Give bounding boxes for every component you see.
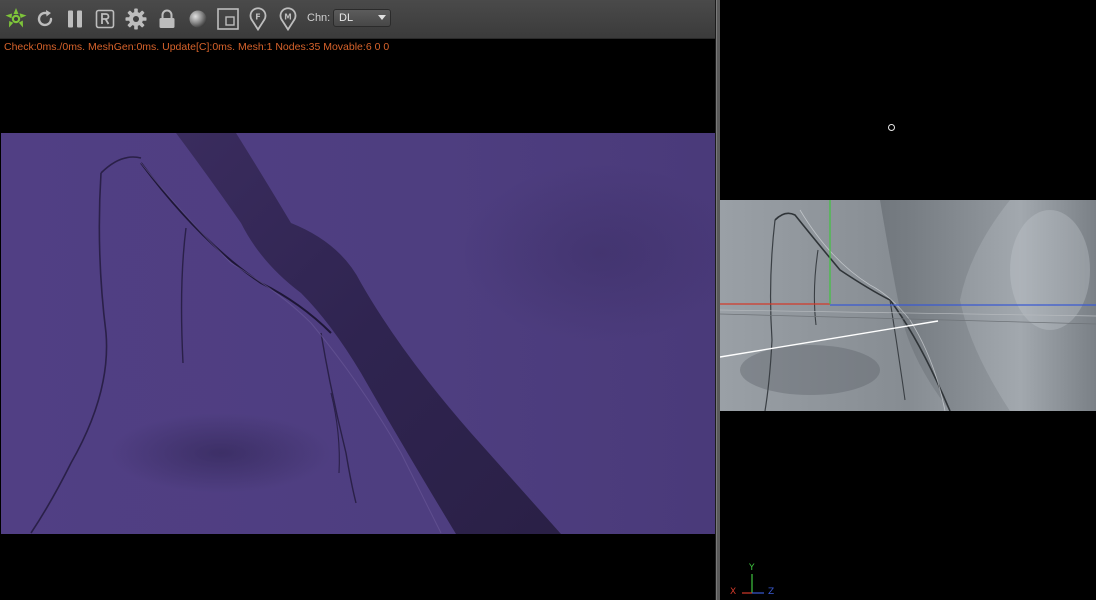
sphere-icon [189,10,207,28]
render-statistics-text: Check:0ms./0ms. MeshGen:0ms. Update[C]:0… [4,41,390,53]
octane-logo-icon [5,8,27,28]
axis-z-label: Z [768,587,775,597]
lock-icon [159,9,175,28]
refresh-icon [37,10,53,27]
render-logo-button[interactable] [2,5,30,33]
region-box-icon [217,8,239,30]
viewport-panel[interactable]: X Y Z [720,0,1096,600]
restart-render-button[interactable] [31,5,59,33]
focus-picker-button[interactable]: F [244,5,272,33]
pin-m-icon: M [279,7,297,31]
channel-dropdown[interactable]: DL [333,9,391,27]
gear-icon [125,8,147,30]
axis-gizmo: X Y Z [730,562,790,600]
svg-text:F: F [255,13,260,22]
chevron-down-icon [378,15,386,20]
render-image[interactable] [1,133,715,534]
render-toolbar: F M Chn: DL [0,0,716,39]
axis-gizmo-lines [742,574,764,594]
material-picker-button[interactable]: M [274,5,302,33]
pause-render-button[interactable] [61,5,89,33]
render-window: F M Chn: DL Check:0ms./0ms. MeshGen:0ms.… [0,0,1096,600]
viewport-geometry [720,200,1096,411]
viewport-scene[interactable] [720,200,1096,411]
render-viewer-panel: F M Chn: DL Check:0ms./0ms. MeshGen:0ms.… [0,0,716,600]
material-preview-button[interactable] [184,5,212,33]
channel-dropdown-value: DL [339,12,354,24]
pin-f-icon: F [249,7,267,31]
pivot-point-icon [888,124,895,131]
region-select-button[interactable] [214,5,242,33]
axis-y-label: Y [749,563,755,573]
lock-button[interactable] [153,5,181,33]
region-render-button[interactable] [91,5,119,33]
pause-icon [68,10,82,28]
channel-label: Chn: [307,12,331,24]
settings-button[interactable] [122,5,150,33]
rendered-scene [1,133,715,534]
r-box-icon [95,9,115,29]
axis-x-label: X [730,587,737,597]
svg-text:M: M [284,13,291,22]
